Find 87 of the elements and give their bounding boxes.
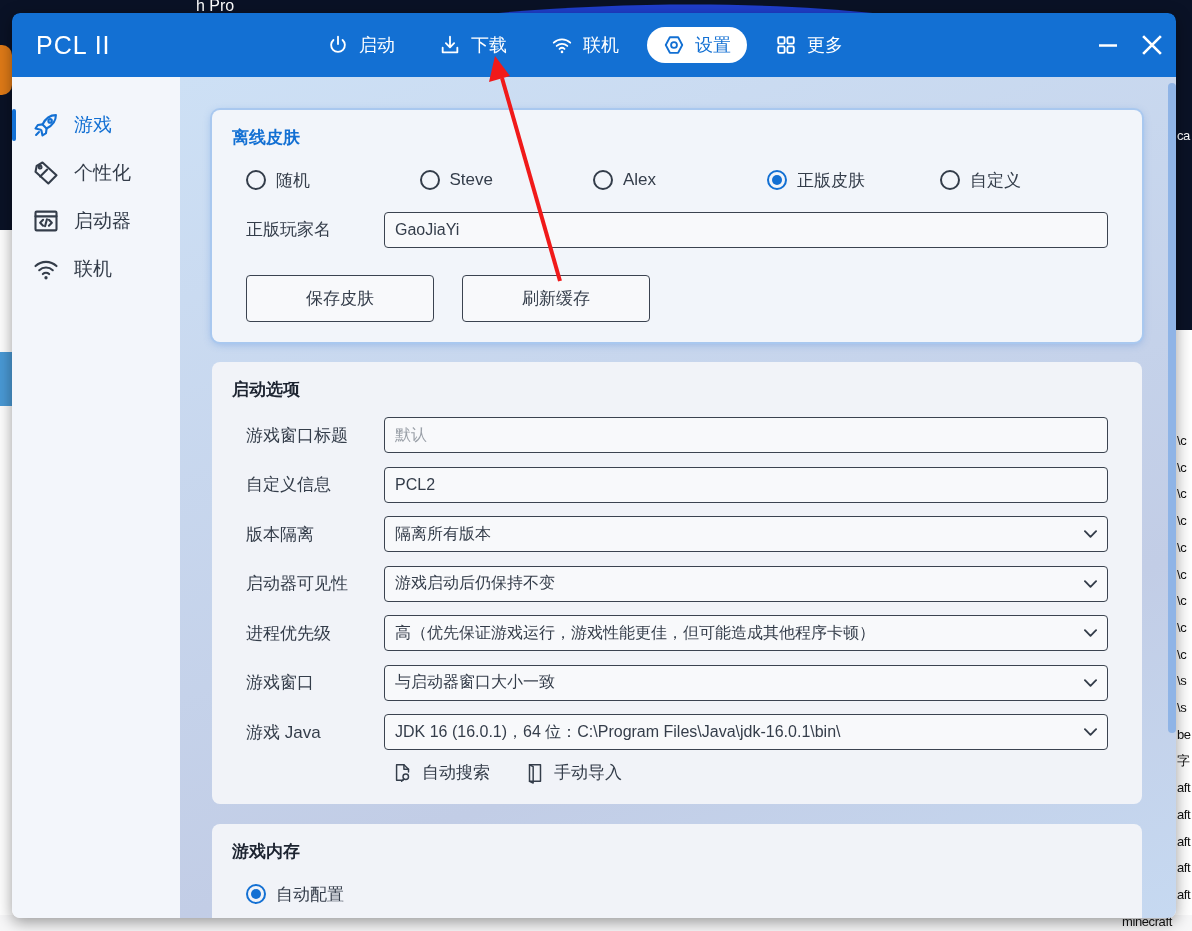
nav-tab[interactable]: 启动 [311, 27, 411, 63]
setting-label: 自定义信息 [246, 474, 332, 497]
sidebar-item[interactable]: 启动器 [12, 197, 180, 245]
file-path-text: \c [1177, 565, 1187, 584]
setting-label: 游戏窗口 [246, 672, 315, 695]
radio-label: 自定义 [970, 169, 1021, 192]
power-icon [327, 34, 349, 56]
file-path-text: \c [1177, 458, 1187, 477]
app-title: PCL II [36, 30, 112, 60]
radio-button[interactable] [766, 170, 787, 190]
close-button[interactable] [1140, 35, 1164, 55]
file-path-text: \c [1177, 618, 1187, 637]
setting-label: 游戏窗口标题 [246, 424, 349, 447]
file-path-text: aft [1177, 859, 1191, 878]
radio-label: 随机 [276, 169, 310, 192]
file-path-text: aft [1177, 885, 1191, 904]
file-path-text: \s [1177, 699, 1187, 718]
card-title: 启动选项 [232, 378, 301, 401]
file-path-text: \c [1177, 512, 1187, 531]
sidebar-item[interactable]: 游戏 [12, 101, 180, 149]
dropdown[interactable]: 高（优先保证游戏运行，游戏性能更佳，但可能造成其他程序卡顿） [384, 615, 1108, 652]
file-path-text: \c [1177, 592, 1187, 611]
action-button[interactable]: 刷新缓存 [462, 274, 650, 322]
dropdown[interactable]: JDK 16 (16.0.1)，64 位：C:\Program Files\Java\jdk-16.0.1\bin\ [384, 714, 1108, 751]
setting-label: 游戏 Java [246, 721, 322, 744]
chevron-down-icon [1084, 678, 1097, 687]
radio-button[interactable] [419, 170, 440, 190]
file-path-text: be [1177, 725, 1191, 744]
scrollbar[interactable] [1168, 83, 1176, 733]
chevron-down-icon [1084, 530, 1097, 539]
dropdown[interactable]: 游戏启动后仍保持不变 [384, 565, 1108, 602]
nav-tab[interactable]: 更多 [759, 27, 859, 63]
radio-label: Steve [449, 170, 493, 190]
radio-option[interactable]: 自动配置 [246, 882, 420, 906]
radio-option[interactable]: Alex [593, 170, 767, 190]
radio-button[interactable] [940, 170, 960, 190]
sidebar-item[interactable]: 联机 [12, 245, 180, 293]
settings-icon [663, 34, 685, 56]
background-banner [0, 352, 12, 406]
nav-tab[interactable]: 设置 [647, 27, 747, 63]
minimize-icon [1098, 43, 1118, 47]
setting-label: 版本隔离 [246, 523, 315, 546]
radio-option[interactable]: Steve [419, 170, 593, 190]
window-caption: ca [1177, 128, 1190, 143]
radio-label: 自动配置 [276, 883, 344, 906]
radio-button[interactable] [246, 170, 266, 190]
action-button[interactable]: 保存皮肤 [246, 274, 434, 322]
file-path-text: \c [1177, 538, 1187, 557]
chevron-down-icon [1084, 728, 1097, 737]
close-icon [1142, 35, 1162, 55]
input-field[interactable]: 默认 [384, 417, 1108, 454]
window-caption: h Pro [196, 0, 235, 14]
file-path-text: \c [1177, 645, 1187, 664]
setting-label: 启动器可见性 [246, 573, 349, 596]
nav-tab[interactable]: 联机 [535, 27, 635, 63]
radio-label: 正版皮肤 [796, 169, 865, 192]
file-path-text: \c [1177, 432, 1187, 450]
file-path-text: minecraft [1122, 914, 1172, 929]
radio-button[interactable] [593, 170, 613, 190]
file-path-text: aft [1177, 805, 1191, 824]
sidebar-item[interactable]: 个性化 [12, 149, 180, 197]
link-button[interactable]: 自动搜索 [392, 761, 490, 784]
input-field[interactable]: GaoJiaYi [384, 211, 1108, 248]
file-path-text: aft [1177, 779, 1191, 798]
link-button[interactable]: 手动导入 [524, 761, 622, 784]
chevron-down-icon [1084, 579, 1097, 588]
card-title: 游戏内存 [232, 841, 301, 863]
input-field[interactable]: PCL2 [384, 466, 1108, 503]
file-path-text: aft [1177, 832, 1191, 851]
radio-option[interactable]: 随机 [246, 168, 420, 192]
file-path-text: \s [1177, 672, 1187, 691]
setting-label: 进程优先级 [246, 622, 332, 645]
radio-label: Alex [623, 170, 657, 190]
radio-option[interactable]: 自定义 [940, 168, 1114, 192]
radio-button[interactable] [246, 884, 266, 904]
nav-tab[interactable]: 下载 [423, 27, 523, 63]
grid-icon [775, 34, 797, 56]
dropdown[interactable]: 隔离所有版本 [384, 516, 1108, 553]
radio-option[interactable]: 正版皮肤 [766, 168, 940, 192]
chevron-down-icon [1084, 629, 1097, 638]
file-path-text: \c [1177, 485, 1187, 504]
file-path-text: 字 [1177, 752, 1190, 771]
download-icon [439, 34, 461, 56]
dropdown[interactable]: 与启动器窗口大小一致 [384, 664, 1108, 701]
card-title: 离线皮肤 [232, 127, 301, 149]
field-label: 正版玩家名 [246, 219, 332, 242]
rocket-icon [32, 111, 60, 139]
